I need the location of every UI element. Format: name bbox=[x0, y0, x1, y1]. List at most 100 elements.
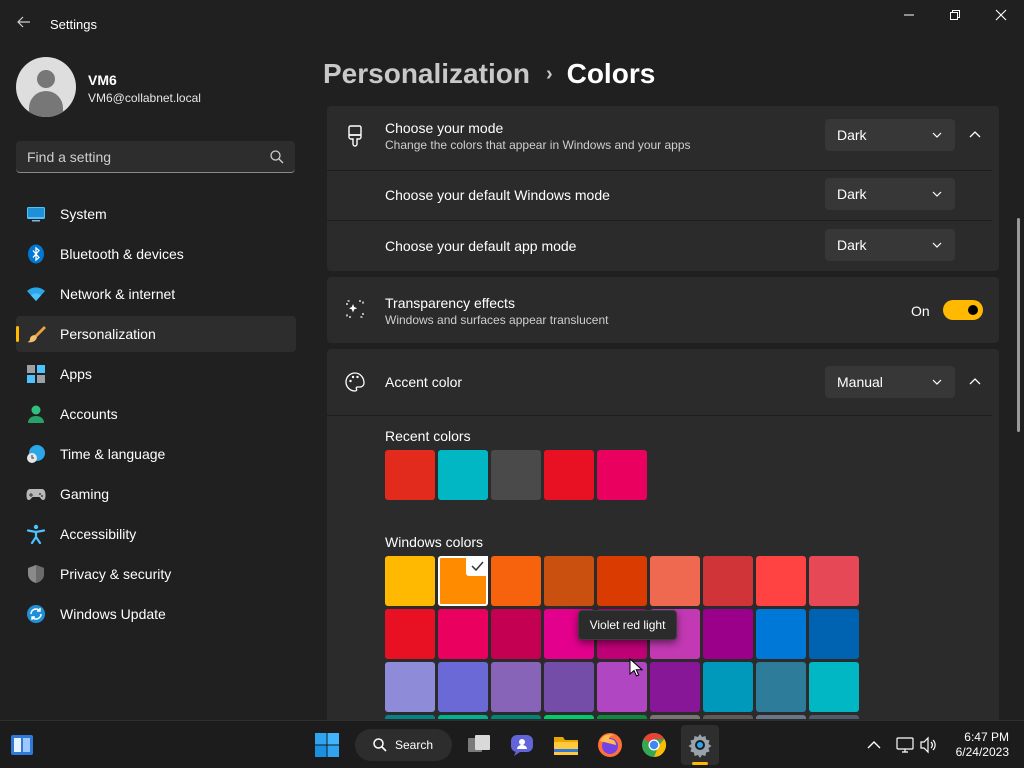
accent-collapse-button[interactable] bbox=[959, 366, 991, 398]
windows-color-swatch[interactable] bbox=[597, 556, 647, 606]
mode-collapse-button[interactable] bbox=[959, 119, 991, 151]
windows-color-swatch[interactable] bbox=[544, 556, 594, 606]
taskbar-search-label: Search bbox=[395, 738, 434, 752]
windows-color-swatch[interactable] bbox=[385, 662, 435, 712]
chrome-icon[interactable] bbox=[640, 731, 668, 759]
sidebar-item-time-language[interactable]: Time & language bbox=[16, 436, 296, 472]
windows-color-swatch[interactable] bbox=[756, 715, 806, 719]
mode-dropdown[interactable]: Dark bbox=[825, 119, 955, 151]
recent-color-swatch[interactable] bbox=[491, 450, 541, 500]
windows-color-swatch[interactable] bbox=[756, 556, 806, 606]
accent-card: Accent color Manual Recent colors Window… bbox=[327, 349, 999, 724]
windows-color-swatch[interactable] bbox=[491, 556, 541, 606]
windows-color-swatch[interactable] bbox=[650, 662, 700, 712]
windows-color-swatch[interactable] bbox=[491, 715, 541, 719]
main-scrollbar[interactable] bbox=[1017, 218, 1020, 432]
windows-color-swatch[interactable] bbox=[438, 715, 488, 719]
mode-row[interactable]: Choose your mode Change the colors that … bbox=[327, 106, 999, 170]
windows-color-swatch[interactable] bbox=[809, 715, 859, 719]
windows-mode-dropdown[interactable]: Dark bbox=[825, 178, 955, 210]
task-view-icon[interactable] bbox=[465, 731, 493, 759]
taskbar-search[interactable]: Search bbox=[355, 729, 452, 761]
close-button[interactable] bbox=[978, 6, 1024, 28]
network-icon[interactable] bbox=[895, 735, 915, 755]
app-title: Settings bbox=[50, 17, 97, 32]
windows-color-swatch[interactable] bbox=[703, 556, 753, 606]
recent-color-swatch[interactable] bbox=[544, 450, 594, 500]
accessibility-icon bbox=[26, 524, 46, 544]
sidebar-item-network[interactable]: Network & internet bbox=[16, 276, 296, 312]
user-name: VM6 bbox=[88, 72, 117, 88]
sidebar-item-gaming[interactable]: Gaming bbox=[16, 476, 296, 512]
windows-color-swatch[interactable] bbox=[597, 715, 647, 719]
windows-color-swatch[interactable] bbox=[385, 556, 435, 606]
globe-clock-icon bbox=[27, 445, 45, 463]
maximize-button[interactable] bbox=[932, 6, 978, 28]
accent-dropdown[interactable]: Manual bbox=[825, 366, 955, 398]
recent-color-swatch[interactable] bbox=[438, 450, 488, 500]
shield-icon bbox=[28, 565, 44, 583]
breadcrumb-parent[interactable]: Personalization bbox=[323, 58, 530, 89]
app-mode-dropdown[interactable]: Dark bbox=[825, 229, 955, 261]
windows-color-swatch[interactable] bbox=[756, 662, 806, 712]
avatar[interactable] bbox=[16, 57, 76, 117]
apps-icon bbox=[27, 365, 45, 383]
windows-color-swatch[interactable] bbox=[544, 715, 594, 719]
chevron-up-icon[interactable] bbox=[864, 735, 884, 755]
accent-row[interactable]: Accent color Manual bbox=[327, 349, 999, 415]
windows-mode-value: Dark bbox=[837, 186, 867, 202]
settings-gear-icon[interactable] bbox=[686, 731, 714, 759]
windows-color-swatch[interactable] bbox=[650, 556, 700, 606]
transparency-sparkle-icon bbox=[346, 300, 364, 318]
firefox-icon[interactable] bbox=[596, 731, 624, 759]
windows-color-swatch[interactable] bbox=[438, 609, 488, 659]
windows-color-swatch[interactable] bbox=[703, 609, 753, 659]
windows-color-swatch[interactable] bbox=[438, 556, 488, 606]
windows-update-icon bbox=[27, 605, 45, 623]
app-mode-label: Choose your default app mode bbox=[385, 238, 577, 254]
sidebar-item-accounts[interactable]: Accounts bbox=[16, 396, 296, 432]
active-app-indicator bbox=[692, 762, 708, 765]
color-tooltip: Violet red light bbox=[578, 610, 677, 640]
windows-color-swatch[interactable] bbox=[703, 662, 753, 712]
windows-color-swatch[interactable] bbox=[809, 609, 859, 659]
windows-color-swatch[interactable] bbox=[809, 662, 859, 712]
windows-color-swatch[interactable] bbox=[491, 662, 541, 712]
windows-color-swatch[interactable] bbox=[544, 662, 594, 712]
volume-icon[interactable] bbox=[918, 735, 938, 755]
widgets-icon[interactable] bbox=[8, 731, 36, 759]
sidebar-item-windows-update[interactable]: Windows Update bbox=[16, 596, 296, 632]
file-explorer-icon[interactable] bbox=[552, 731, 580, 759]
windows-color-swatch[interactable] bbox=[438, 662, 488, 712]
chat-icon[interactable] bbox=[508, 731, 536, 759]
back-button[interactable] bbox=[14, 14, 34, 34]
sidebar-item-system[interactable]: System bbox=[16, 196, 296, 232]
recent-color-swatch[interactable] bbox=[597, 450, 647, 500]
sidebar-item-apps[interactable]: Apps bbox=[16, 356, 296, 392]
taskbar-clock[interactable]: 6:47 PM 6/24/2023 bbox=[956, 730, 1009, 760]
windows-color-swatch[interactable] bbox=[491, 609, 541, 659]
windows-color-swatch[interactable] bbox=[385, 609, 435, 659]
taskbar: Search 6:47 PM 6/24/2023 bbox=[0, 720, 1024, 768]
windows-color-swatch[interactable] bbox=[809, 556, 859, 606]
minimize-button[interactable] bbox=[886, 6, 932, 28]
windows-color-swatch[interactable] bbox=[756, 609, 806, 659]
sidebar-item-accessibility[interactable]: Accessibility bbox=[16, 516, 296, 552]
chevron-down-icon bbox=[932, 132, 942, 138]
sidebar-item-label: Privacy & security bbox=[60, 566, 172, 582]
sidebar-item-privacy[interactable]: Privacy & security bbox=[16, 556, 296, 592]
sidebar-item-personalization[interactable]: Personalization bbox=[16, 316, 296, 352]
windows-color-swatch[interactable] bbox=[385, 715, 435, 719]
sidebar-item-label: Bluetooth & devices bbox=[60, 246, 184, 262]
windows-color-swatch[interactable] bbox=[650, 715, 700, 719]
transparency-toggle[interactable] bbox=[943, 300, 983, 320]
toggle-knob bbox=[968, 305, 978, 315]
windows-start-icon[interactable] bbox=[313, 731, 341, 759]
sidebar-item-label: Apps bbox=[60, 366, 92, 382]
breadcrumb-separator: › bbox=[545, 63, 553, 85]
recent-color-swatch[interactable] bbox=[385, 450, 435, 500]
chevron-up-icon bbox=[969, 131, 981, 138]
search-input[interactable]: Find a setting bbox=[16, 141, 295, 173]
windows-color-swatch[interactable] bbox=[703, 715, 753, 719]
sidebar-item-bluetooth[interactable]: Bluetooth & devices bbox=[16, 236, 296, 272]
